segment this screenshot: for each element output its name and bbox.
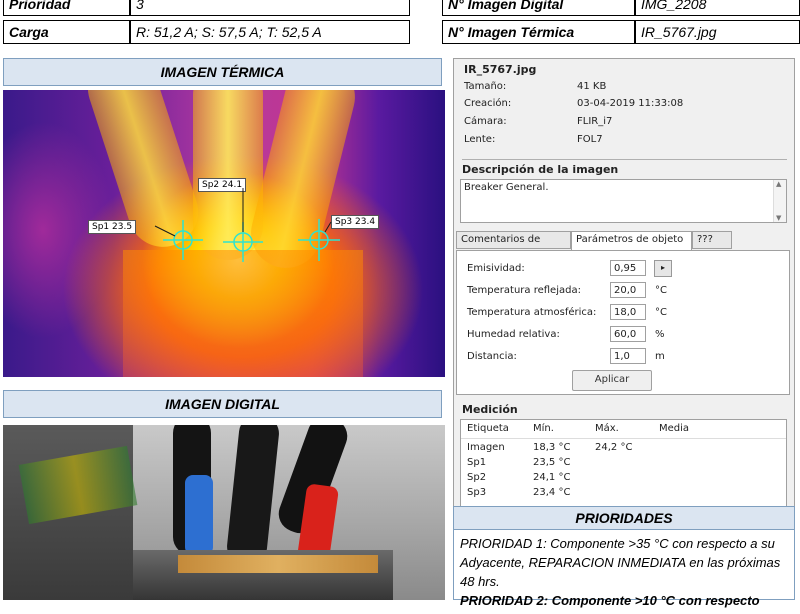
- img-termica-value: IR_5767.jpg: [635, 20, 800, 44]
- param-distancia-input[interactable]: 1,0: [610, 348, 646, 364]
- measurement-title: Medición: [462, 403, 518, 416]
- measure-cell: 24,1 °C: [533, 472, 571, 483]
- measurement-table: Etiqueta Mín. Máx. Media Imagen 18,3 °C …: [460, 419, 787, 507]
- param-label: Humedad relativa:: [467, 329, 560, 340]
- info-label: Creación:: [464, 98, 512, 109]
- spot-marker-sp1: [163, 220, 203, 260]
- spot-markers: [154, 188, 340, 262]
- scroll-down-icon[interactable]: ▼: [776, 214, 781, 222]
- thermal-image-title: IMAGEN TÉRMICA: [3, 58, 442, 86]
- spot-marker-sp3: [298, 219, 340, 261]
- measure-cell: Sp2: [467, 472, 487, 483]
- prioridad-2-text: PRIORIDAD 2: Componente >10 °C con respe…: [460, 593, 760, 608]
- param-unit: °C: [655, 307, 667, 318]
- measure-cell: Sp1: [467, 457, 487, 468]
- param-unit: °C: [655, 285, 667, 296]
- measure-cell: Sp3: [467, 487, 487, 498]
- measure-header: Etiqueta: [467, 423, 509, 434]
- info-value: FOL7: [577, 134, 603, 145]
- param-label: Emisividad:: [467, 263, 525, 274]
- digital-blue-sleeve: [185, 475, 213, 555]
- tab-strip: Comentarios de texto Parámetros de objet…: [456, 231, 792, 261]
- tab-content: Emisividad: 0,95 ▸ Temperatura reflejada…: [456, 250, 790, 395]
- divider: [462, 159, 787, 160]
- prioridades-title: PRIORIDADES: [454, 507, 794, 530]
- param-unit: %: [655, 329, 665, 340]
- info-label: Cámara:: [464, 116, 507, 127]
- measure-cell: 24,2 °C: [595, 442, 633, 453]
- spot-leader-lines: [154, 188, 332, 237]
- img-termica-label: N° Imagen Térmica: [442, 20, 635, 44]
- info-value: FLIR_i7: [577, 116, 613, 127]
- scroll-up-icon[interactable]: ▲: [776, 180, 781, 188]
- prioridades-text: PRIORIDAD 1: Componente >35 °C con respe…: [454, 530, 794, 614]
- info-label: Tamaño:: [464, 81, 507, 92]
- digital-terminal: [178, 555, 378, 573]
- prioridad-value: 3: [130, 0, 410, 16]
- tab-comentarios[interactable]: Comentarios de texto: [456, 231, 571, 261]
- measure-header: Máx.: [595, 423, 619, 434]
- param-label: Temperatura reflejada:: [467, 285, 581, 296]
- measure-cell: Imagen: [467, 442, 505, 453]
- param-temp-reflejada-input[interactable]: 20,0: [610, 282, 646, 298]
- tab-parametros[interactable]: Parámetros de objeto: [571, 231, 692, 251]
- carga-value: R: 51,2 A; S: 57,5 A; T: 52,5 A: [130, 20, 410, 44]
- thermal-image: Sp1 23.5 Sp2 24.1 Sp3 23.4: [3, 90, 445, 377]
- param-label: Distancia:: [467, 351, 517, 362]
- param-unit: m: [655, 351, 665, 362]
- digital-image-title: IMAGEN DIGITAL: [3, 390, 442, 418]
- param-temp-atmosferica-input[interactable]: 18,0: [610, 304, 646, 320]
- info-value: 03-04-2019 11:33:08: [577, 98, 684, 109]
- prioridades-box: PRIORIDADES PRIORIDAD 1: Componente >35 …: [453, 506, 795, 608]
- digital-black-cable: [225, 425, 281, 567]
- param-label: Temperatura atmosférica:: [467, 307, 597, 318]
- prioridad-1-text: PRIORIDAD 1: Componente >35 °C con respe…: [460, 536, 781, 589]
- tab-unknown[interactable]: ???: [692, 231, 732, 249]
- info-value: 41 KB: [577, 81, 607, 92]
- measure-header: Mín.: [533, 423, 554, 434]
- digital-image: [3, 425, 445, 600]
- description-title: Descripción de la imagen: [462, 163, 619, 176]
- measure-cell: 23,5 °C: [533, 457, 571, 468]
- description-scrollbar[interactable]: ▲ ▼: [773, 180, 786, 222]
- info-label: Lente:: [464, 134, 496, 145]
- prioridad-label: Prioridad: [3, 0, 130, 16]
- carga-label: Carga: [3, 20, 130, 44]
- measure-header: Media: [659, 423, 690, 434]
- img-digital-value: IMG_2208: [635, 0, 800, 16]
- measure-cell: 23,4 °C: [533, 487, 571, 498]
- apply-button[interactable]: Aplicar: [572, 370, 652, 391]
- param-emisividad-input[interactable]: 0,95: [610, 260, 646, 276]
- param-humedad-input[interactable]: 60,0: [610, 326, 646, 342]
- panel-filename: IR_5767.jpg: [464, 63, 537, 76]
- img-digital-label: N° Imagen Digital: [442, 0, 635, 16]
- measure-header-divider: [461, 438, 786, 439]
- description-text: Breaker General.: [464, 182, 549, 193]
- measure-cell: 18,3 °C: [533, 442, 571, 453]
- description-textarea[interactable]: Breaker General. ▲ ▼: [460, 179, 787, 223]
- emisividad-picker-button[interactable]: ▸: [654, 260, 672, 277]
